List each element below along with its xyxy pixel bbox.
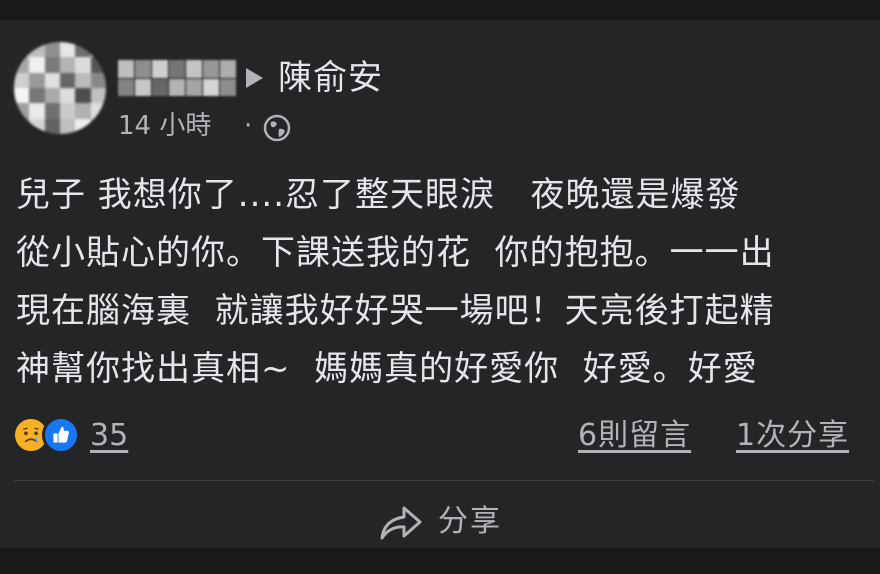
name-mosaic-cell <box>118 78 134 96</box>
avatar-mosaic-cell <box>44 42 60 58</box>
share-arrow-icon <box>380 506 422 540</box>
name-mosaic-cell <box>169 60 185 78</box>
name-mosaic-cell <box>186 78 202 96</box>
avatar-mosaic-cell <box>44 87 60 104</box>
shares-count-link[interactable]: 1次分享 <box>736 416 849 456</box>
avatar-mosaic-cell <box>29 103 45 119</box>
post-text-line: 兒子 我想你了....忍了整天眼淚 夜晚還是爆發 <box>16 175 741 215</box>
avatar-mosaic-cell <box>75 72 91 88</box>
name-mosaic-cell <box>220 60 236 78</box>
name-mosaic-cell <box>135 78 151 96</box>
avatar-mosaic-cell <box>59 87 76 104</box>
post-text-line: 神幫你找出真相~ 媽媽真的好愛你 好愛。好愛 <box>16 349 758 389</box>
avatar-mosaic-cell <box>59 57 76 73</box>
avatar-mosaic-cell <box>44 103 60 119</box>
share-button[interactable]: 分享 <box>378 498 514 546</box>
reaction-count[interactable]: 35 <box>90 416 128 456</box>
avatar-mosaic-cell <box>59 72 76 88</box>
name-mosaic-cell <box>186 60 202 78</box>
post-timestamp[interactable]: 14 小時 <box>118 106 211 146</box>
avatar-mosaic-cell <box>14 103 30 119</box>
avatar-mosaic-cell <box>59 42 76 58</box>
avatar[interactable] <box>14 42 106 134</box>
avatar-mosaic-cell <box>90 42 106 58</box>
avatar-mosaic-cell <box>90 87 106 104</box>
page-name[interactable]: 陳俞安 <box>278 56 383 100</box>
avatar-mosaic-cell <box>29 42 45 58</box>
avatar-mosaic-cell <box>29 72 45 88</box>
name-mosaic-cell <box>152 60 168 78</box>
name-mosaic-cell <box>203 60 219 78</box>
shared-to-arrow-icon <box>246 68 263 88</box>
post-text-line: 現在腦海裏 就讓我好好哭一場吧！天亮後打起精 <box>16 291 775 331</box>
action-divider <box>14 480 874 481</box>
avatar-mosaic-cell <box>44 72 60 88</box>
globe-icon[interactable] <box>262 113 292 143</box>
avatar-mosaic-cell <box>90 57 106 73</box>
avatar-mosaic-cell <box>14 57 30 73</box>
avatar-mosaic-cell <box>59 103 76 119</box>
avatar-mosaic-cell <box>14 87 30 104</box>
share-button-label: 分享 <box>438 504 502 539</box>
post-body: 兒子 我想你了....忍了整天眼淚 夜晚還是爆發 從小貼心的你。下課送我的花 你… <box>16 166 872 398</box>
avatar-mosaic-cell <box>14 42 30 58</box>
avatar-mosaic-cell <box>44 118 60 134</box>
avatar-mosaic-cell <box>14 118 30 134</box>
like-reaction-icon <box>42 416 80 454</box>
avatar-mosaic-cell <box>14 72 30 88</box>
name-mosaic-cell <box>220 78 236 96</box>
avatar-mosaic-cell <box>29 87 45 104</box>
blurred-author-name[interactable] <box>118 60 236 96</box>
avatar-mosaic-cell <box>29 118 45 134</box>
avatar-mosaic-cell <box>90 103 106 119</box>
avatar-mosaic-cell <box>75 87 91 104</box>
post-text-line: 從小貼心的你。下課送我的花 你的抱抱。一一出 <box>16 233 775 273</box>
feed-background-top <box>0 0 880 20</box>
reaction-summary[interactable]: 35 <box>12 416 212 456</box>
separator-dot: · <box>244 111 253 141</box>
avatar-mosaic-cell <box>44 57 60 73</box>
comments-count-link[interactable]: 6則留言 <box>578 416 691 456</box>
name-mosaic-cell <box>169 78 185 96</box>
name-mosaic-cell <box>135 60 151 78</box>
name-mosaic-cell <box>203 78 219 96</box>
avatar-mosaic-cell <box>29 57 45 73</box>
avatar-mosaic-cell <box>90 72 106 88</box>
feed-background-bottom <box>0 548 880 574</box>
avatar-mosaic-cell <box>75 57 91 73</box>
name-mosaic-cell <box>152 78 168 96</box>
avatar-mosaic-cell <box>90 118 106 134</box>
post-card: 陳俞安 14 小時 · 兒子 我想你了....忍了整天眼淚 夜晚還是爆發 從小貼… <box>0 20 880 548</box>
name-mosaic-cell <box>118 60 134 78</box>
avatar-mosaic-cell <box>59 118 76 134</box>
avatar-mosaic-cell <box>75 42 91 58</box>
avatar-mosaic-cell <box>75 118 91 134</box>
avatar-mosaic-cell <box>75 103 91 119</box>
